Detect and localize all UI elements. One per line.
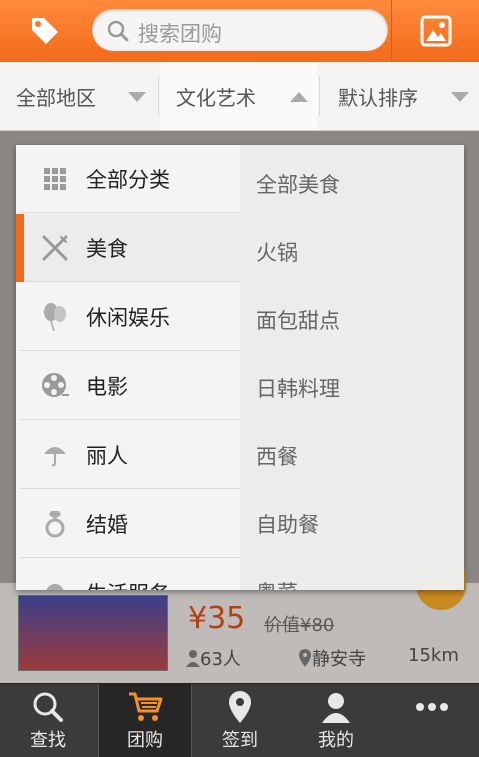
- subcategory-item[interactable]: 面包甜点: [256, 305, 340, 335]
- tab-label: 签到: [222, 730, 258, 751]
- search-icon: [107, 20, 129, 42]
- tag-button[interactable]: [0, 0, 90, 62]
- fork-knife-icon: [40, 233, 70, 263]
- subcategory-item[interactable]: 自助餐: [256, 509, 319, 539]
- tab-more[interactable]: [386, 684, 478, 757]
- person-icon: [186, 650, 200, 667]
- tab-search[interactable]: 查找: [2, 684, 94, 757]
- tab-label: 团购: [127, 730, 163, 751]
- picture-button[interactable]: [391, 0, 479, 62]
- cart-icon: [127, 690, 163, 724]
- category-label: 丽人: [86, 443, 128, 468]
- tab-checkin[interactable]: 签到: [194, 684, 286, 757]
- category-dropdown: 全部分类 美食 休闲娱乐 电影 丽人 结婚 全部美食 火锅 面包甜点 日韩料理 …: [16, 145, 464, 590]
- subcategory-item[interactable]: 日韩料理: [256, 373, 340, 403]
- subcategory-item[interactable]: 西餐: [256, 441, 298, 471]
- category-label: 电影: [86, 374, 128, 399]
- filter-bar: 全部地区 文化艺术 默认排序: [0, 62, 479, 131]
- category-label: 全部分类: [86, 167, 170, 192]
- category-list: 全部分类 美食 休闲娱乐 电影 丽人 结婚: [16, 145, 240, 590]
- category-item-leisure[interactable]: 休闲娱乐: [20, 283, 240, 351]
- filter-category[interactable]: 文化艺术: [160, 62, 318, 130]
- filter-sort[interactable]: 默认排序: [320, 62, 479, 130]
- user-icon: [321, 690, 351, 724]
- category-label: 休闲娱乐: [86, 305, 170, 330]
- subcategory-item[interactable]: 粤菜: [256, 577, 298, 590]
- filter-region[interactable]: 全部地区: [0, 62, 158, 130]
- category-item-services[interactable]: 生活服务: [20, 559, 240, 590]
- deal-people-count: 63人: [200, 649, 241, 670]
- grid-icon: [40, 164, 70, 194]
- subcategory-item[interactable]: 火锅: [256, 237, 298, 267]
- deal-location: 静安寺: [298, 645, 366, 671]
- filter-category-label: 文化艺术: [176, 85, 256, 110]
- search-input[interactable]: 搜索团购: [92, 9, 388, 51]
- deal-distance: 15km: [408, 645, 459, 666]
- deal-card[interactable]: ¥35 价值¥80 63人 静安寺 15km: [0, 583, 479, 683]
- tag-icon: [32, 18, 58, 44]
- picture-icon: [420, 15, 452, 47]
- tab-label: 我的: [318, 730, 354, 751]
- chevron-down-icon: [128, 92, 146, 102]
- tab-mine[interactable]: 我的: [290, 684, 382, 757]
- filter-region-label: 全部地区: [16, 85, 96, 110]
- chevron-up-icon: [290, 92, 308, 102]
- category-item-movie[interactable]: 电影: [20, 352, 240, 420]
- ring-icon: [40, 509, 70, 539]
- subcategory-item[interactable]: 全部美食: [256, 169, 340, 199]
- deal-price: ¥35: [188, 601, 246, 636]
- category-item-wedding[interactable]: 结婚: [20, 490, 240, 558]
- location-pin-icon: [227, 690, 253, 724]
- search-icon: [32, 690, 64, 724]
- active-indicator: [16, 214, 24, 282]
- deal-original-price: 价值¥80: [264, 615, 335, 636]
- deal-location-name: 静安寺: [312, 649, 366, 670]
- chevron-down-icon: [451, 92, 469, 102]
- deal-image: [18, 595, 168, 671]
- category-label: 结婚: [86, 512, 128, 537]
- more-icon: [415, 690, 449, 724]
- category-label: 美食: [86, 236, 128, 261]
- bottom-tab-bar: 查找 团购 签到 我的: [0, 683, 479, 757]
- category-item-beauty[interactable]: 丽人: [20, 421, 240, 489]
- service-icon: [40, 578, 70, 590]
- umbrella-icon: [40, 440, 70, 470]
- film-reel-icon: [40, 371, 70, 401]
- category-item-all[interactable]: 全部分类: [20, 145, 240, 213]
- divider: [158, 76, 159, 116]
- balloon-icon: [40, 302, 70, 332]
- search-placeholder: 搜索团购: [138, 22, 222, 46]
- tab-groupbuy[interactable]: 团购: [98, 684, 192, 757]
- location-pin-icon: [299, 649, 311, 667]
- deal-people: 63人: [186, 645, 241, 671]
- tab-label: 查找: [30, 730, 66, 751]
- category-label: 生活服务: [86, 578, 170, 590]
- top-bar: 搜索团购: [0, 0, 479, 62]
- subcategory-list: 全部美食 火锅 面包甜点 日韩料理 西餐 自助餐 粤菜: [240, 145, 464, 590]
- filter-sort-label: 默认排序: [338, 85, 418, 110]
- category-item-food[interactable]: 美食: [16, 214, 240, 282]
